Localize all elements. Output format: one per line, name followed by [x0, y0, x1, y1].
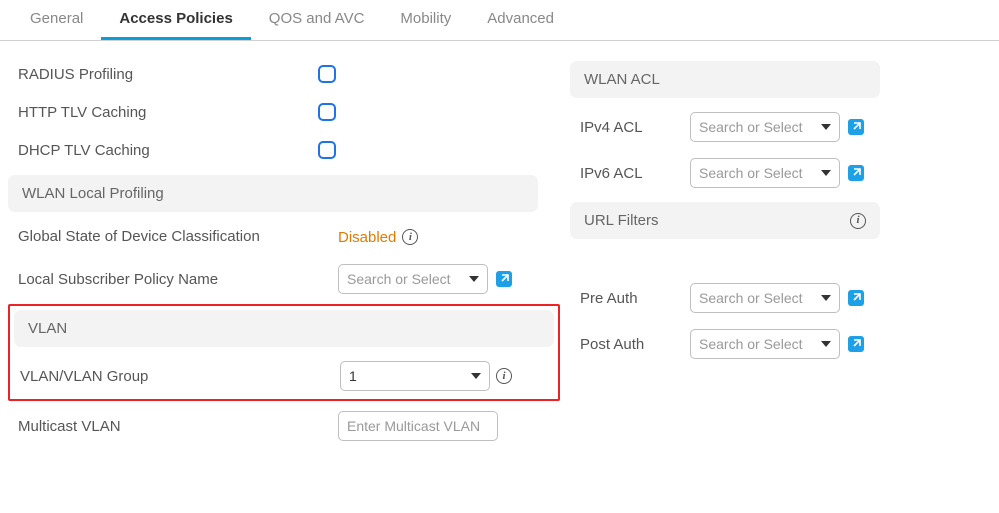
select-local-sub-policy-text: Search or Select — [347, 271, 463, 287]
row-post-auth: Post Auth Search or Select — [570, 321, 990, 367]
select-ipv6-acl-text: Search or Select — [699, 165, 815, 181]
select-local-sub-policy[interactable]: Search or Select — [338, 264, 488, 294]
label-multicast-vlan: Multicast VLAN — [18, 418, 338, 435]
info-icon[interactable]: i — [402, 229, 418, 245]
input-multicast-vlan[interactable] — [338, 411, 498, 441]
row-dhcp-tlv-caching: DHCP TLV Caching — [8, 131, 560, 169]
select-post-auth[interactable]: Search or Select — [690, 329, 840, 359]
right-column: WLAN ACL IPv4 ACL Search or Select IPv6 … — [560, 55, 990, 449]
select-ipv4-acl[interactable]: Search or Select — [690, 112, 840, 142]
checkbox-http-tlv-caching[interactable] — [318, 103, 336, 121]
external-link-icon[interactable] — [848, 165, 864, 181]
chevron-down-icon — [821, 295, 831, 301]
chevron-down-icon — [821, 124, 831, 130]
select-ipv4-acl-text: Search or Select — [699, 119, 815, 135]
chevron-down-icon — [471, 373, 481, 379]
checkbox-dhcp-tlv-caching[interactable] — [318, 141, 336, 159]
label-vlan-group: VLAN/VLAN Group — [20, 368, 340, 385]
select-vlan-group-text: 1 — [349, 368, 465, 384]
header-wlan-acl-text: WLAN ACL — [584, 71, 660, 88]
header-vlan: VLAN — [14, 310, 554, 347]
external-link-icon[interactable] — [848, 119, 864, 135]
left-column: RADIUS Profiling HTTP TLV Caching DHCP T… — [0, 55, 560, 449]
label-local-sub-policy: Local Subscriber Policy Name — [18, 271, 338, 288]
tab-mobility[interactable]: Mobility — [382, 0, 469, 40]
label-ipv4-acl: IPv4 ACL — [580, 119, 690, 136]
tab-advanced[interactable]: Advanced — [469, 0, 572, 40]
label-http-tlv-caching: HTTP TLV Caching — [18, 104, 318, 121]
select-pre-auth[interactable]: Search or Select — [690, 283, 840, 313]
select-vlan-group[interactable]: 1 — [340, 361, 490, 391]
tab-general[interactable]: General — [12, 0, 101, 40]
label-radius-profiling: RADIUS Profiling — [18, 66, 318, 83]
row-local-sub-policy: Local Subscriber Policy Name Search or S… — [8, 256, 560, 302]
chevron-down-icon — [469, 276, 479, 282]
chevron-down-icon — [821, 341, 831, 347]
info-icon[interactable]: i — [496, 368, 512, 384]
label-global-state: Global State of Device Classification — [18, 227, 338, 247]
header-url-filters: URL Filters i — [570, 202, 880, 239]
header-url-filters-text: URL Filters — [584, 212, 658, 229]
external-link-icon[interactable] — [496, 271, 512, 287]
row-ipv6-acl: IPv6 ACL Search or Select — [570, 150, 990, 196]
label-dhcp-tlv-caching: DHCP TLV Caching — [18, 142, 318, 159]
label-ipv6-acl: IPv6 ACL — [580, 165, 690, 182]
label-post-auth: Post Auth — [580, 336, 690, 353]
select-pre-auth-text: Search or Select — [699, 290, 815, 306]
row-radius-profiling: RADIUS Profiling — [8, 55, 560, 93]
value-global-state: Disabled — [338, 229, 396, 246]
row-global-state: Global State of Device Classification Di… — [8, 218, 560, 256]
row-pre-auth: Pre Auth Search or Select — [570, 275, 990, 321]
info-icon[interactable]: i — [850, 213, 866, 229]
external-link-icon[interactable] — [848, 336, 864, 352]
header-wlan-acl: WLAN ACL — [570, 61, 880, 98]
tab-qos-avc[interactable]: QOS and AVC — [251, 0, 383, 40]
vlan-highlight-box: VLAN VLAN/VLAN Group 1 i — [8, 304, 560, 401]
row-ipv4-acl: IPv4 ACL Search or Select — [570, 104, 990, 150]
row-http-tlv-caching: HTTP TLV Caching — [8, 93, 560, 131]
main-area: RADIUS Profiling HTTP TLV Caching DHCP T… — [0, 41, 999, 449]
row-multicast-vlan: Multicast VLAN — [8, 403, 560, 449]
row-vlan-group: VLAN/VLAN Group 1 i — [10, 353, 558, 399]
tab-access-policies[interactable]: Access Policies — [101, 0, 250, 40]
tab-bar: General Access Policies QOS and AVC Mobi… — [0, 0, 999, 41]
select-ipv6-acl[interactable]: Search or Select — [690, 158, 840, 188]
chevron-down-icon — [821, 170, 831, 176]
header-wlan-local-profiling: WLAN Local Profiling — [8, 175, 538, 212]
external-link-icon[interactable] — [848, 290, 864, 306]
select-post-auth-text: Search or Select — [699, 336, 815, 352]
header-wlan-local-profiling-text: WLAN Local Profiling — [22, 185, 164, 202]
checkbox-radius-profiling[interactable] — [318, 65, 336, 83]
label-pre-auth: Pre Auth — [580, 290, 690, 307]
header-vlan-text: VLAN — [28, 320, 67, 337]
